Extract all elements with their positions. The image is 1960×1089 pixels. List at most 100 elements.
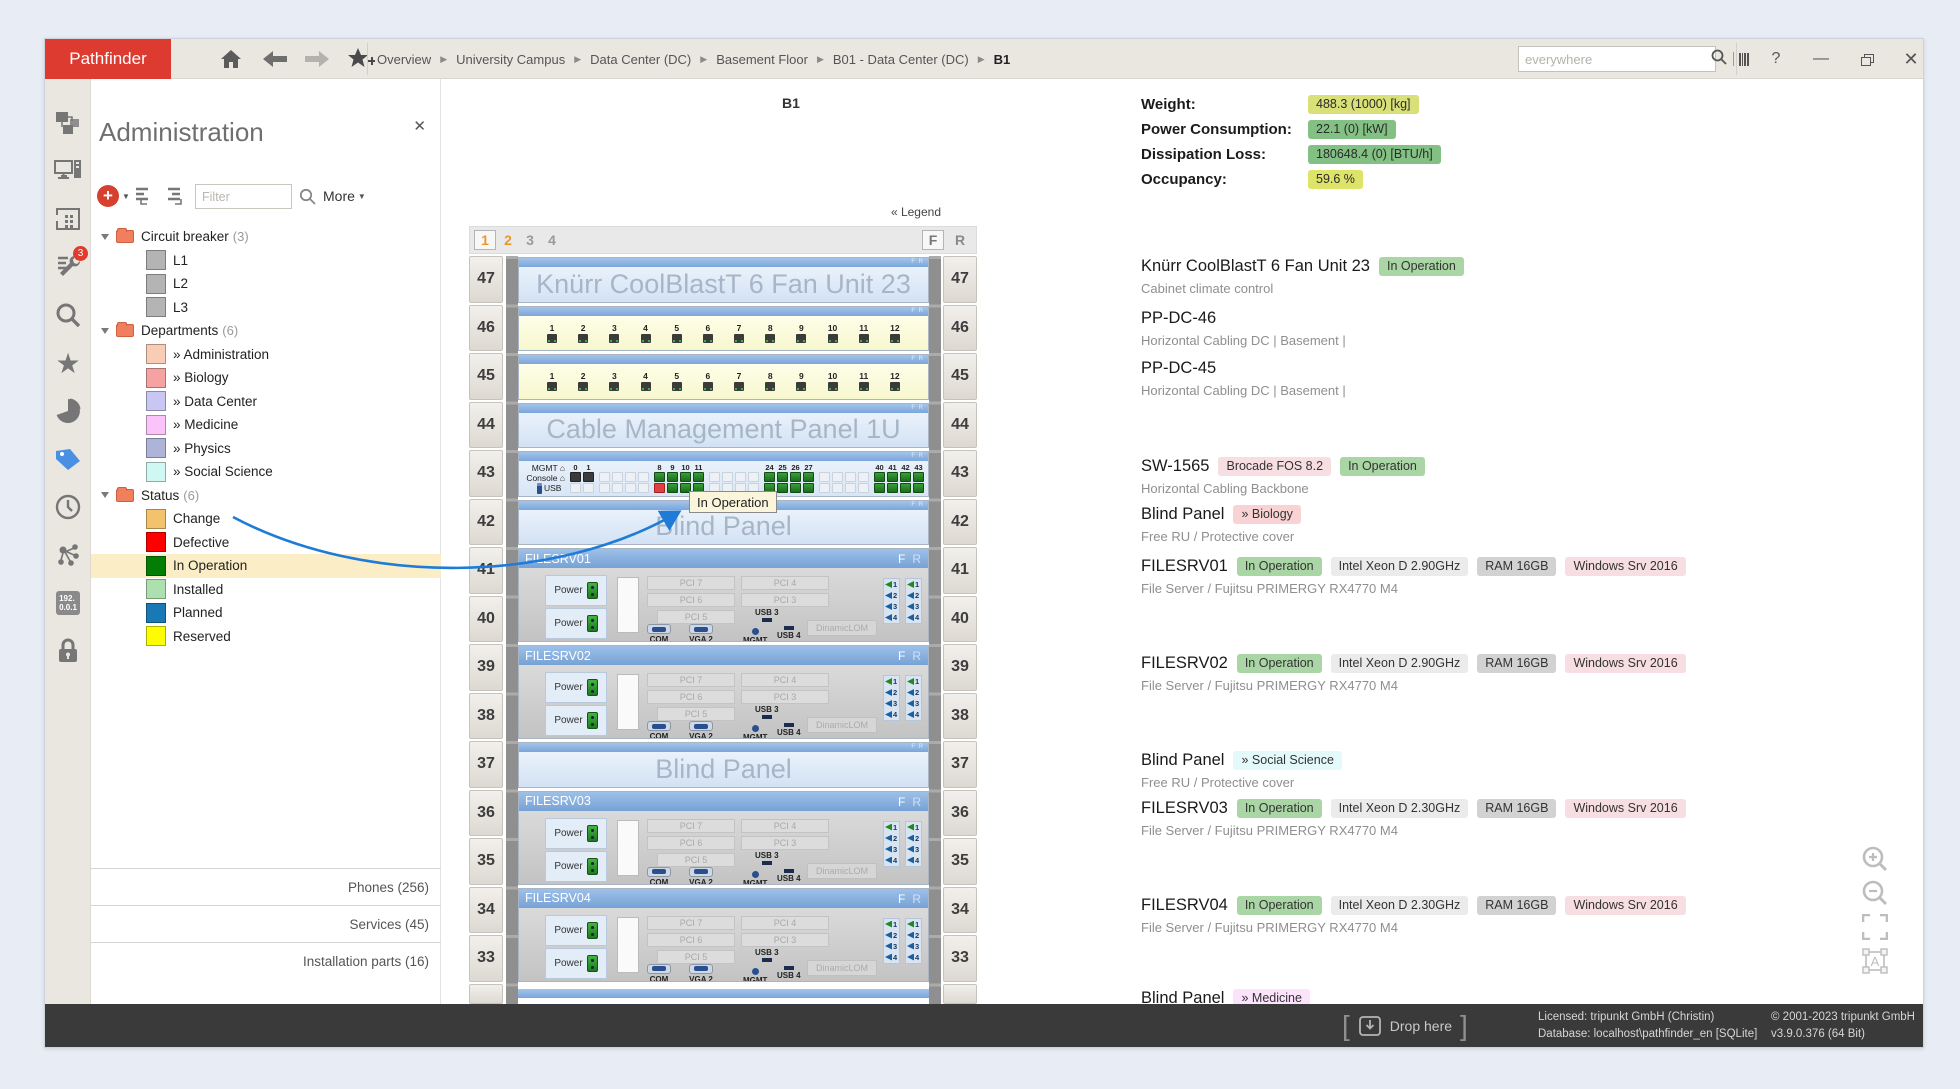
nic-port[interactable]: 2: [885, 834, 898, 843]
breadcrumb-item[interactable]: Overview: [377, 52, 431, 67]
tree-item-l2[interactable]: L2: [91, 272, 441, 296]
tree-item--medicine[interactable]: » Medicine: [91, 413, 441, 437]
switch-port[interactable]: [858, 472, 869, 482]
switch-port[interactable]: [887, 472, 898, 482]
patch-port[interactable]: 2: [576, 323, 590, 343]
patch-port[interactable]: 7: [732, 323, 746, 343]
patch-port[interactable]: 4: [639, 371, 653, 391]
panel-section-header[interactable]: Services (45): [91, 905, 441, 942]
pci-slot[interactable]: PCI 3: [741, 690, 829, 704]
patch-port[interactable]: 10: [826, 323, 840, 343]
nic-port[interactable]: 4: [907, 953, 920, 962]
patch-port[interactable]: 6: [701, 323, 715, 343]
topology-icon[interactable]: [45, 101, 91, 145]
detail-item[interactable]: FILESRV03In OperationIntel Xeon D 2.30GH…: [1141, 799, 1741, 838]
lom-button[interactable]: DinamicLOM: [807, 960, 877, 976]
rack-view-tab-3[interactable]: 3: [520, 230, 540, 250]
detail-item[interactable]: SW-1565Brocade FOS 8.2In OperationHorizo…: [1141, 457, 1741, 496]
switch-port[interactable]: [654, 483, 665, 493]
pci-slot[interactable]: PCI 7: [647, 673, 735, 687]
nic-port[interactable]: 4: [907, 710, 920, 719]
rack-unit-FILESRV01[interactable]: FILESRV01FRPowerPowerPCI 7PCI 4PCI 6PCI …: [518, 548, 929, 642]
power-supply[interactable]: Power: [545, 608, 607, 639]
server-front-label[interactable]: F: [898, 649, 905, 663]
pci-slot[interactable]: PCI 4: [741, 673, 829, 687]
nic-port[interactable]: 3: [885, 845, 898, 854]
fit-view-icon[interactable]: [1858, 911, 1892, 943]
detail-item[interactable]: Blind Panel» BiologyFree RU / Protective…: [1141, 505, 1741, 544]
switch-port[interactable]: [777, 483, 788, 493]
detail-item[interactable]: Blind Panel» Social ScienceFree RU / Pro…: [1141, 751, 1741, 790]
rack-unit-ghost[interactable]: F RKnürr CoolBlastT 6 Fan Unit 23: [518, 257, 929, 303]
nic-port[interactable]: 1: [885, 920, 898, 929]
tree-item-departments[interactable]: Departments(6): [91, 319, 441, 343]
breadcrumb-item[interactable]: B01 - Data Center (DC): [833, 52, 969, 67]
nic-port[interactable]: 2: [907, 931, 920, 940]
rack-view-tab-1[interactable]: 1: [474, 230, 496, 250]
nic-port[interactable]: 3: [907, 845, 920, 854]
nic-port[interactable]: 4: [885, 953, 898, 962]
patch-port[interactable]: 10: [826, 371, 840, 391]
expander-icon[interactable]: [101, 492, 109, 498]
legend-link[interactable]: « Legend: [841, 205, 941, 219]
back-icon[interactable]: [259, 45, 291, 73]
switch-port[interactable]: [612, 472, 623, 482]
search-icon[interactable]: [1711, 49, 1727, 70]
switch-port[interactable]: [693, 472, 704, 482]
switch-port[interactable]: [599, 472, 610, 482]
switch-port[interactable]: [858, 483, 869, 493]
switch-port[interactable]: [654, 472, 665, 482]
pci-slot[interactable]: PCI 5: [657, 853, 735, 867]
rack-unit-FILESRV03[interactable]: FILESRV03FRPowerPowerPCI 7PCI 4PCI 6PCI …: [518, 791, 929, 885]
patch-port[interactable]: 4: [639, 323, 653, 343]
nic-port[interactable]: 3: [885, 942, 898, 951]
power-supply[interactable]: Power: [545, 575, 607, 606]
pci-slot[interactable]: PCI 4: [741, 916, 829, 930]
switch-port[interactable]: [874, 472, 885, 482]
add-dropdown-caret[interactable]: ▼: [122, 192, 130, 201]
tree-item--biology[interactable]: » Biology: [91, 366, 441, 390]
server-rear-label[interactable]: R: [912, 552, 921, 566]
tree-item-reserved[interactable]: Reserved: [91, 625, 441, 649]
rack-unit-patch[interactable]: F R123456789101112: [518, 354, 929, 400]
switch-port[interactable]: [583, 483, 594, 493]
tree-item-planned[interactable]: Planned: [91, 601, 441, 625]
server-rear-label[interactable]: R: [912, 795, 921, 809]
rack-unit-ghost[interactable]: F RCable Management Panel 1U: [518, 403, 929, 449]
lock-icon[interactable]: [45, 629, 91, 673]
patch-port[interactable]: 6: [701, 371, 715, 391]
breadcrumb-item[interactable]: B1: [994, 52, 1011, 67]
patch-port[interactable]: 12: [888, 371, 902, 391]
switch-port[interactable]: [900, 483, 911, 493]
nic-port[interactable]: 3: [885, 699, 898, 708]
nic-port[interactable]: 2: [885, 591, 898, 600]
close-button[interactable]: ✕: [1894, 47, 1928, 71]
nic-port[interactable]: 3: [907, 602, 920, 611]
tree-item--data-center[interactable]: » Data Center: [91, 390, 441, 414]
breadcrumb-item[interactable]: Data Center (DC): [590, 52, 691, 67]
minimize-button[interactable]: —: [1804, 47, 1838, 71]
filter-search-icon[interactable]: [299, 182, 316, 210]
lom-button[interactable]: DinamicLOM: [807, 863, 877, 879]
rack-view-tab-2[interactable]: 2: [498, 230, 518, 250]
breadcrumb-item[interactable]: Basement Floor: [716, 52, 808, 67]
pie-chart-icon[interactable]: [45, 389, 91, 433]
rack-unit-ghost[interactable]: F RBlind Panel: [518, 742, 929, 788]
pci-slot[interactable]: PCI 3: [741, 593, 829, 607]
nic-port[interactable]: 3: [885, 602, 898, 611]
patch-port[interactable]: 1: [545, 323, 559, 343]
detail-item[interactable]: FILESRV01In OperationIntel Xeon D 2.90GH…: [1141, 557, 1741, 596]
search-input[interactable]: [1519, 52, 1707, 67]
pathfinder-logo[interactable]: Pathfinder: [45, 39, 171, 79]
switch-port[interactable]: [913, 483, 924, 493]
power-supply[interactable]: Power: [545, 672, 607, 703]
patch-port[interactable]: 11: [857, 323, 871, 343]
patch-port[interactable]: 8: [763, 371, 777, 391]
switch-port[interactable]: [638, 483, 649, 493]
breadcrumb-item[interactable]: University Campus: [456, 52, 565, 67]
tree-item--physics[interactable]: » Physics: [91, 437, 441, 461]
nic-port[interactable]: 2: [907, 688, 920, 697]
connections-icon[interactable]: [45, 533, 91, 577]
switch-port[interactable]: [570, 483, 581, 493]
power-supply[interactable]: Power: [545, 705, 607, 736]
